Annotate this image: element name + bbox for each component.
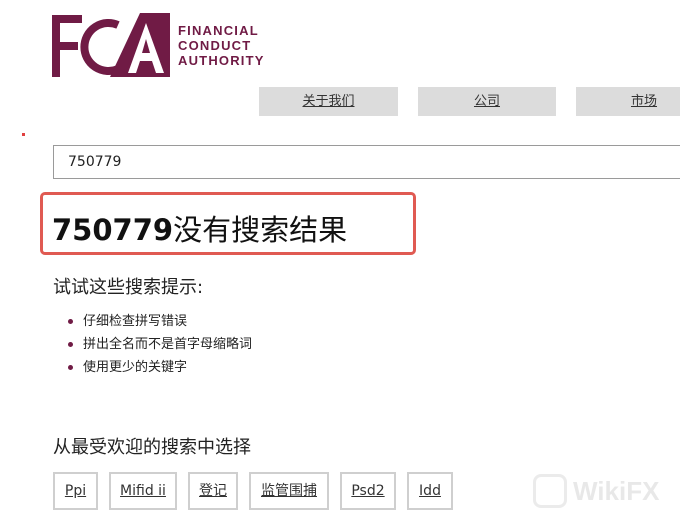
- decorative-dot: [22, 133, 25, 136]
- popular-search-chip-psd2[interactable]: Psd2: [340, 472, 396, 510]
- logo-line-authority: AUTHORITY: [178, 53, 265, 68]
- result-query: 750779: [52, 213, 174, 247]
- popular-search-chip-regulatory-roundup[interactable]: 监管围捕: [249, 472, 329, 510]
- hints-list: 仔细检查拼写错误 拼出全名而不是首字母缩略词 使用更少的关键字: [68, 310, 252, 379]
- watermark-logo-icon: [533, 474, 567, 508]
- popular-search-chip-ppi[interactable]: Ppi: [53, 472, 98, 510]
- watermark-text: WikiFX: [573, 476, 660, 506]
- search-input[interactable]: [53, 145, 680, 179]
- fca-logo-mark: [52, 13, 170, 77]
- list-item: 仔细检查拼写错误: [68, 310, 252, 333]
- popular-search-chip-register[interactable]: 登记: [188, 472, 238, 510]
- nav-item-firms[interactable]: 公司: [418, 87, 556, 116]
- logo-line-financial: FINANCIAL: [178, 23, 259, 38]
- popular-search-chip-mifid[interactable]: Mifid ii: [109, 472, 177, 510]
- watermark: WikiFX: [533, 472, 673, 512]
- nav-item-markets[interactable]: 市场: [576, 87, 680, 116]
- hints-heading: 试试这些搜索提示:: [53, 277, 204, 298]
- popular-searches-heading: 从最受欢迎的搜索中选择: [53, 437, 251, 458]
- fca-logo[interactable]: FINANCIAL CONDUCT AUTHORITY: [52, 13, 312, 79]
- nav-item-about-us[interactable]: 关于我们: [259, 87, 398, 116]
- top-nav: 关于我们 公司 市场: [259, 87, 680, 116]
- logo-wordmark: FINANCIAL CONDUCT AUTHORITY: [178, 23, 265, 68]
- result-title: 750779没有搜索结果: [52, 210, 347, 250]
- page: FINANCIAL CONDUCT AUTHORITY 关于我们 公司 市场 7…: [0, 0, 680, 525]
- result-suffix: 没有搜索结果: [173, 213, 348, 247]
- logo-line-conduct: CONDUCT: [178, 38, 252, 53]
- list-item: 使用更少的关键字: [68, 356, 252, 379]
- popular-search-chip-idd[interactable]: Idd: [407, 472, 453, 510]
- list-item: 拼出全名而不是首字母缩略词: [68, 333, 252, 356]
